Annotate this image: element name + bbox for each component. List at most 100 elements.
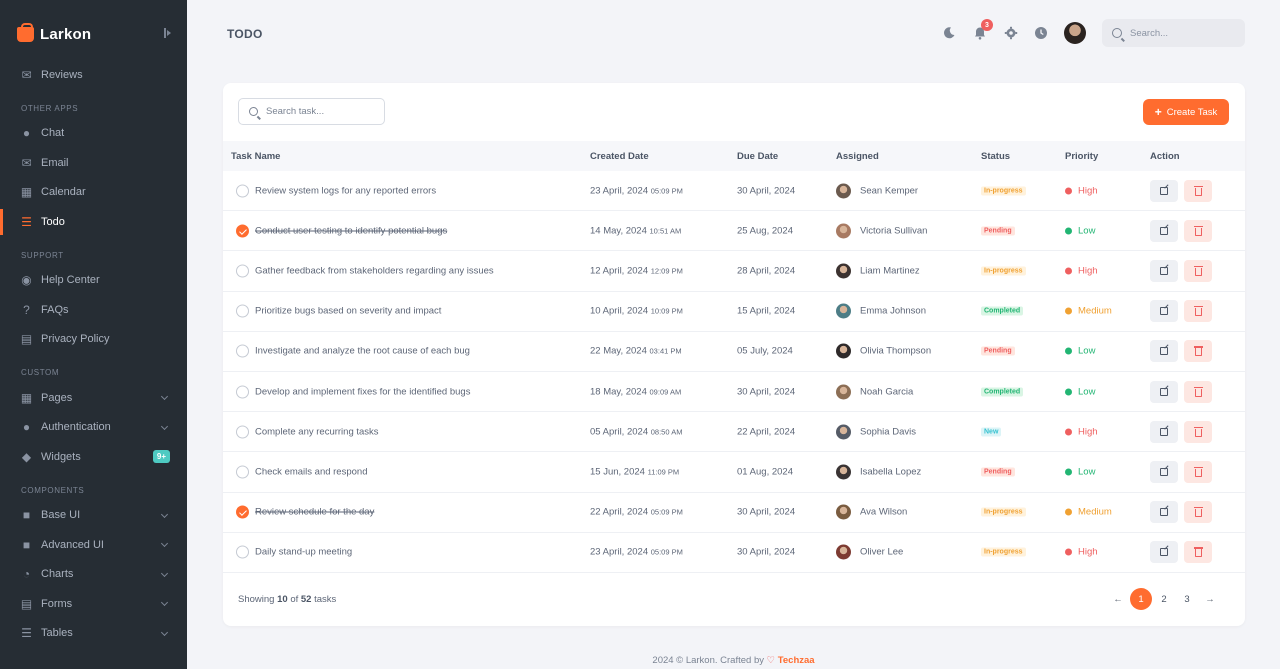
sidebar-item-todo[interactable]: ☰ Todo [0,207,187,237]
prev-page-button[interactable]: ← [1107,588,1129,610]
page-button-2[interactable]: 2 [1153,588,1175,610]
sidebar-item-advanced-ui[interactable]: ■ Advanced UI [0,530,187,560]
task-checkbox[interactable] [236,304,249,318]
showing-summary: Showing 10 of 52 tasks [238,594,336,605]
create-task-label: Create Task [1166,106,1218,118]
delete-button[interactable] [1184,541,1212,564]
table-row: Review schedule for the day 22 April, 202… [223,493,1245,533]
edit-button[interactable] [1150,179,1178,202]
page-button-1[interactable]: 1 [1130,588,1152,610]
global-search-input[interactable]: Search... [1102,19,1245,47]
section-custom: CUSTOM [21,368,60,377]
priority: Low [1065,386,1095,397]
sidebar-item-reviews[interactable]: ✉ Reviews [0,60,187,90]
delete-button[interactable] [1184,219,1212,242]
task-checkbox[interactable] [236,465,249,479]
trash-icon [1193,386,1203,397]
created-date: 22 May, 2024 03:41 PM [590,346,682,357]
sidebar-item-label: Base UI [41,509,81,522]
created-date-time: 05:09 PM [650,186,683,196]
sidebar-collapse-icon[interactable] [164,28,171,38]
col-created-date[interactable]: Created Date [590,151,649,162]
col-due-date[interactable]: Due Date [737,151,778,162]
task-checkbox[interactable] [236,344,249,358]
task-name: Complete any recurring tasks [255,426,379,438]
delete-button[interactable] [1184,501,1212,524]
task-checkbox[interactable] [236,505,249,519]
avatar [836,223,851,239]
sidebar-item-base-ui[interactable]: ■ Base UI [0,501,187,531]
clock-icon[interactable] [1033,25,1049,41]
col-assigned[interactable]: Assigned [836,151,879,162]
create-task-button[interactable]: + Create Task [1143,99,1229,125]
priority-dot [1065,428,1072,436]
pencil-icon [1160,508,1168,517]
sidebar-item-faqs[interactable]: ? FAQs [0,295,187,325]
sidebar-nav: ✉ Reviews OTHER APPS ● Chat ✉ Email ▦ Calendar ☰ T… [0,60,187,648]
sidebar-item-pages[interactable]: ▦ Pages [0,383,187,413]
sidebar-item-forms[interactable]: ▤ Forms [0,589,187,619]
footer-brand-link[interactable]: Techzaa [778,655,815,666]
created-date: 14 May, 2024 10:51 AM [590,225,681,236]
sidebar-item-label: Todo [41,215,65,228]
sidebar-item-label: Calendar [41,186,86,199]
due-date: 05 July, 2024 [737,345,793,357]
created-date-time: 09:09 AM [649,387,682,397]
created-date-day: 18 May, 2024 [590,386,647,398]
task-checkbox[interactable] [236,545,249,559]
status-badge: In-progress [981,547,1026,557]
delete-button[interactable] [1184,420,1212,443]
delete-button[interactable] [1184,340,1212,363]
gear-icon[interactable] [1003,25,1019,41]
edit-button[interactable] [1150,219,1178,242]
avatar [836,424,851,440]
task-checkbox[interactable] [236,184,249,198]
page-button-3[interactable]: 3 [1176,588,1198,610]
edit-button[interactable] [1150,259,1178,282]
edit-button[interactable] [1150,380,1178,403]
next-page-button[interactable]: → [1199,588,1221,610]
task-name: Check emails and respond [255,466,368,478]
edit-button[interactable] [1150,541,1178,564]
delete-button[interactable] [1184,300,1212,323]
sidebar-item-privacy-policy[interactable]: ▤ Privacy Policy [0,325,187,355]
edit-button[interactable] [1150,340,1178,363]
avatar [836,263,851,279]
priority: Low [1065,225,1095,236]
sidebar-item-help-center[interactable]: ◉ Help Center [0,266,187,296]
priority: Low [1065,466,1095,477]
brand[interactable]: Larkon [0,0,187,68]
sidebar-item-charts[interactable]: ◔ Charts [0,560,187,590]
edit-button[interactable] [1150,300,1178,323]
delete-button[interactable] [1184,380,1212,403]
delete-button[interactable] [1184,179,1212,202]
edit-button[interactable] [1150,501,1178,524]
task-checkbox[interactable] [236,264,249,278]
privacy-icon: ▤ [20,332,33,347]
todo-card: Search task... + Create Task Task Name C… [223,83,1245,626]
task-checkbox[interactable] [236,425,249,439]
user-avatar[interactable] [1064,22,1086,44]
sidebar-item-calendar[interactable]: ▦ Calendar [0,178,187,208]
sidebar-item-widgets[interactable]: ◆ Widgets 9+ [0,442,187,472]
delete-button[interactable] [1184,259,1212,282]
notification-badge: 3 [981,19,993,31]
sidebar-item-tables[interactable]: ☰ Tables [0,619,187,649]
edit-button[interactable] [1150,460,1178,483]
sidebar-item-email[interactable]: ✉ Email [0,148,187,178]
task-checkbox[interactable] [236,385,249,399]
sidebar-item-authentication[interactable]: ● Authentication [0,413,187,443]
sidebar-item-chat[interactable]: ● Chat [0,119,187,149]
task-checkbox[interactable] [236,224,249,238]
priority-dot [1065,267,1072,275]
avatar [836,464,851,480]
edit-button[interactable] [1150,420,1178,443]
col-status[interactable]: Status [981,151,1010,162]
col-priority[interactable]: Priority [1065,151,1098,162]
task-search-input[interactable]: Search task... [238,98,385,125]
moon-icon[interactable] [941,25,957,41]
avatar [836,544,851,560]
delete-button[interactable] [1184,460,1212,483]
col-task-name[interactable]: Task Name [231,151,280,162]
bell-icon[interactable]: 3 [972,19,993,41]
